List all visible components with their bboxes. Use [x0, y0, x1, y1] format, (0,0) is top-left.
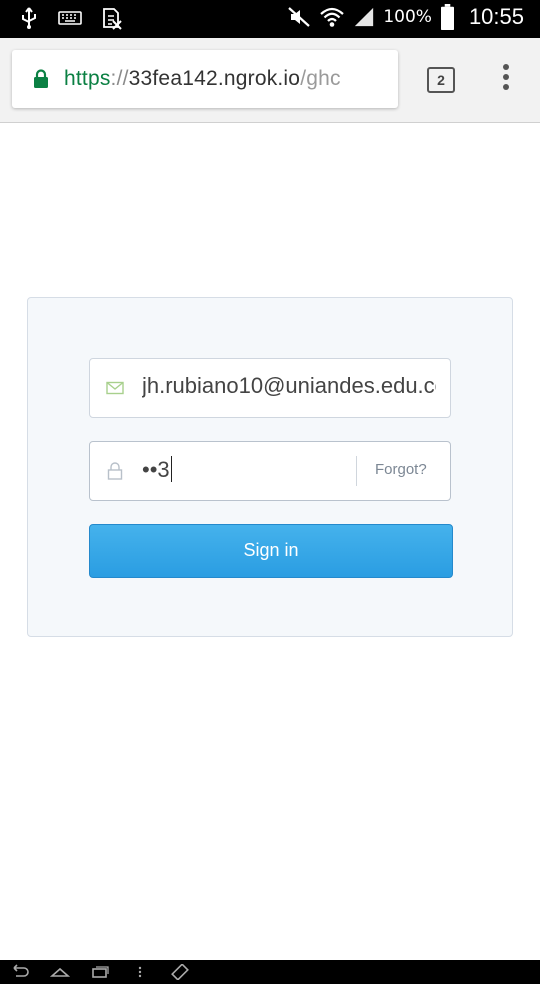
url-host: 33fea142.ngrok.io [128, 67, 301, 90]
keyboard-icon [58, 11, 82, 25]
url-separator: :// [110, 67, 129, 90]
envelope-icon [106, 381, 124, 395]
lock-icon [34, 69, 48, 88]
url-text: https://33fea142.ngrok.io/ghc [64, 67, 341, 91]
url-bar[interactable]: https://33fea142.ngrok.io/ghc [12, 50, 398, 108]
email-value: jh.rubiano10@uniandes.edu.co [142, 373, 436, 398]
back-icon[interactable] [10, 964, 30, 980]
clock: 10:55 [468, 4, 524, 29]
browser-toolbar: https://33fea142.ngrok.io/ghc 2 [0, 38, 540, 123]
padlock-icon [107, 462, 123, 480]
forgot-password-link[interactable]: Forgot? [375, 461, 427, 478]
url-scheme: https [64, 67, 111, 90]
battery-icon [440, 4, 454, 30]
battery-percent: 100% [383, 7, 432, 27]
sign-in-button[interactable]: Sign in [89, 524, 453, 578]
wifi-icon [320, 7, 345, 27]
overflow-menu-icon[interactable] [496, 64, 516, 94]
usb-icon [22, 7, 36, 29]
field-divider [356, 456, 357, 486]
mute-icon [288, 7, 311, 27]
login-card: jh.rubiano10@uniandes.edu.co ••3 Forgot?… [27, 297, 513, 637]
system-nav-bar [0, 960, 540, 984]
url-path: /ghc [300, 67, 341, 90]
home-icon[interactable] [50, 964, 70, 980]
recents-icon[interactable] [90, 964, 110, 980]
password-value: ••3 [142, 456, 342, 483]
more-icon[interactable] [136, 964, 144, 980]
password-field[interactable]: ••3 Forgot? [89, 441, 451, 501]
text-caret [170, 456, 173, 482]
password-text: ••3 [142, 457, 170, 482]
status-bar: 100% 10:55 [0, 0, 540, 38]
sim-off-icon [103, 8, 122, 30]
tab-switcher-button[interactable]: 2 [427, 67, 455, 93]
signal-icon [355, 7, 374, 27]
rotate-icon[interactable] [170, 964, 190, 980]
email-field[interactable]: jh.rubiano10@uniandes.edu.co [89, 358, 451, 418]
